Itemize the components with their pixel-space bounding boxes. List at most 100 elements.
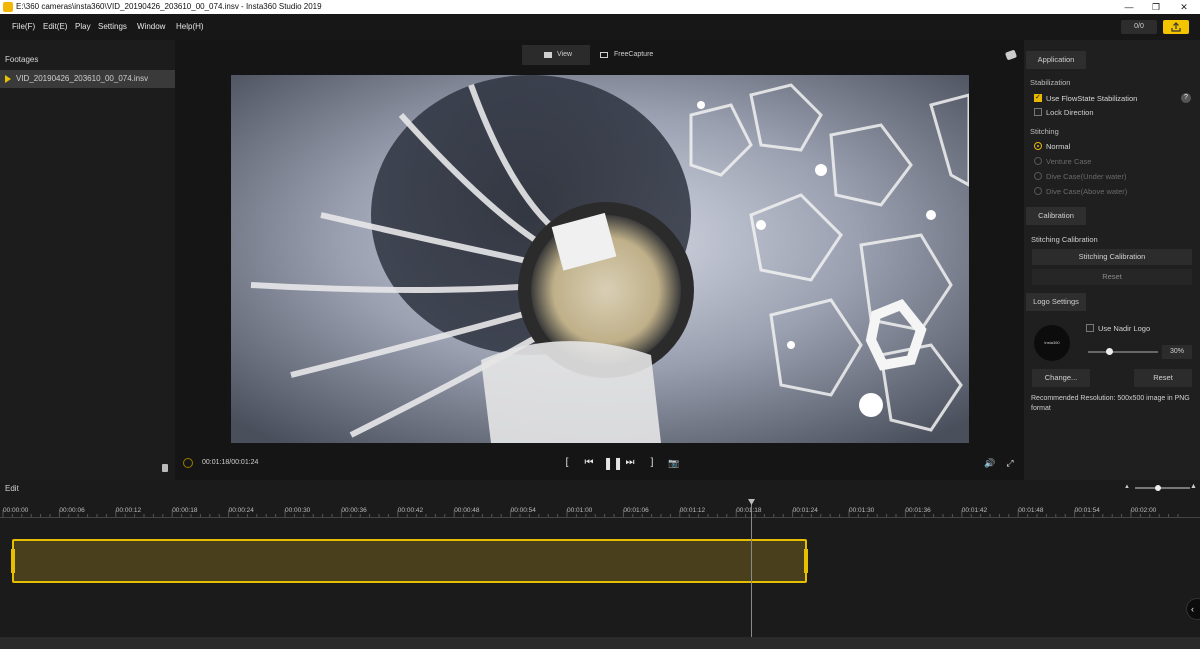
timeline-tick-label: 00:01:06	[623, 507, 649, 514]
pause-icon[interactable]: ❚❚	[603, 457, 623, 469]
close-button[interactable]: ✕	[1173, 0, 1195, 14]
clip-trim-right-handle[interactable]	[804, 549, 808, 573]
bottom-bar	[0, 637, 1200, 649]
camera-snapshot-icon[interactable]: 📷	[668, 457, 680, 469]
stitching-venture-radio[interactable]	[1034, 157, 1042, 165]
timeline-tick-label: 00:01:18	[736, 507, 762, 514]
timeline-tick-label: 00:00:48	[454, 507, 480, 514]
stitching-calibration-label: Stitching Calibration	[1031, 235, 1098, 244]
nadir-logo-checkbox[interactable]	[1086, 324, 1094, 332]
tab-logo-settings[interactable]: Logo Settings	[1026, 293, 1086, 311]
menu-bar: File(F) Edit(E) Play Settings Window Hel…	[0, 14, 1200, 40]
fullscreen-icon[interactable]: ⤢	[1004, 457, 1016, 469]
logo-preview-text: Insta360	[1044, 340, 1060, 345]
nadir-logo-label: Use Nadir Logo	[1098, 324, 1151, 333]
timeline-tick-label: 00:00:24	[228, 507, 254, 514]
view-icon	[544, 52, 552, 58]
playhead[interactable]	[751, 499, 752, 637]
footage-panel-title: Footages	[5, 55, 39, 64]
stitching-dive-above-radio[interactable]	[1034, 187, 1042, 195]
tab-view[interactable]: View	[522, 45, 590, 65]
edit-label: Edit	[5, 484, 19, 493]
recommended-resolution-text: Recommended Resolution: 500x500 image in…	[1031, 395, 1190, 412]
timeline-tick-label: 00:00:12	[115, 507, 142, 514]
stitching-label: Stitching	[1030, 127, 1059, 136]
clip-trim-left-handle[interactable]	[11, 549, 15, 573]
timeline-tick-label: 00:01:12	[679, 507, 706, 514]
change-logo-button[interactable]: Change...	[1032, 369, 1090, 387]
app-icon	[3, 2, 13, 12]
timeline-tick-label: 00:01:00	[567, 507, 593, 514]
stitching-normal-radio[interactable]	[1034, 142, 1042, 150]
logo-size-slider[interactable]	[1088, 351, 1158, 353]
timeline-tick-label: 00:02:00	[1131, 507, 1157, 514]
logo-size-slider-knob[interactable]	[1106, 348, 1113, 355]
minimize-button[interactable]: —	[1118, 0, 1140, 14]
window-title: E:\360 cameras\insta360\VID_20190426_203…	[16, 2, 322, 11]
volume-icon[interactable]: 🔊	[984, 457, 996, 469]
footage-item[interactable]: VID_20190426_203610_00_074.insv	[0, 70, 175, 88]
menu-window[interactable]: Window	[137, 22, 165, 31]
timeline-tick-label: 00:01:48	[1018, 507, 1044, 514]
timeline-tick-label: 00:00:00	[3, 507, 29, 514]
ruler-baseline	[0, 517, 1200, 518]
tab-freecapture-label: FreeCapture	[614, 51, 654, 58]
timeline-tick-label: 00:01:36	[905, 507, 931, 514]
trash-icon[interactable]	[162, 464, 168, 472]
export-icon	[1171, 22, 1181, 32]
freecapture-icon	[600, 52, 608, 58]
stitching-dive-under-label: Dive Case(Under water)	[1046, 172, 1127, 181]
tab-view-label: View	[557, 51, 573, 58]
step-back-icon[interactable]: ⏮	[583, 457, 595, 469]
logo-preview: Insta360	[1034, 325, 1070, 361]
tab-freecapture[interactable]: FreeCapture	[592, 45, 670, 65]
mark-out-icon[interactable]: ]	[648, 457, 656, 469]
lock-direction-checkbox[interactable]	[1034, 108, 1042, 116]
zoom-in-icon[interactable]: ▲	[1190, 483, 1198, 491]
menu-settings[interactable]: Settings	[98, 22, 127, 31]
footage-panel	[0, 40, 175, 480]
stitching-dive-under-radio[interactable]	[1034, 172, 1042, 180]
timeline-tick-label: 00:01:42	[961, 507, 988, 514]
timeline-tick-label: 00:00:06	[59, 507, 85, 514]
timeline-tick-label: 00:01:30	[849, 507, 875, 514]
stitching-calibration-button[interactable]: Stitching Calibration	[1032, 249, 1192, 265]
tiny-planet-image	[231, 75, 969, 443]
timeline-tick-label: 00:01:54	[1074, 507, 1100, 514]
flowstate-checkbox[interactable]	[1034, 93, 1042, 102]
timeline-tick-label: 00:01:24	[792, 507, 818, 514]
flowstate-label: Use FlowState Stabilization	[1046, 94, 1138, 103]
stitching-normal-label: Normal	[1046, 142, 1071, 151]
zoom-out-icon[interactable]: ▲	[1124, 484, 1132, 490]
timeline-tick-label: 00:00:36	[341, 507, 367, 514]
menu-file[interactable]: File(F)	[12, 22, 35, 31]
menu-play[interactable]: Play	[75, 22, 91, 31]
maximize-button[interactable]: ❐	[1145, 0, 1167, 14]
title-bar: E:\360 cameras\insta360\VID_20190426_203…	[0, 0, 1200, 14]
timeline-tick-label: 00:00:54	[510, 507, 536, 514]
timeline-tick-label: 00:00:30	[285, 507, 311, 514]
help-icon[interactable]: ?	[1181, 93, 1191, 103]
export-button[interactable]	[1163, 20, 1189, 34]
logo-size-input[interactable]: 30%	[1162, 345, 1192, 359]
logo-reset-button[interactable]: Reset	[1134, 369, 1192, 387]
crosshair-icon[interactable]	[183, 458, 193, 468]
mark-in-icon[interactable]: [	[563, 457, 571, 469]
tab-application[interactable]: Application	[1026, 51, 1086, 69]
tab-calibration[interactable]: Calibration	[1026, 207, 1086, 225]
video-preview[interactable]	[231, 75, 969, 443]
lock-direction-label: Lock Direction	[1046, 108, 1094, 117]
queue-counter: 0/0	[1121, 20, 1157, 34]
menu-help[interactable]: Help(H)	[176, 22, 204, 31]
menu-edit[interactable]: Edit(E)	[43, 22, 67, 31]
footage-item-name: VID_20190426_203610_00_074.insv	[16, 74, 149, 83]
step-forward-icon[interactable]: ⏭	[624, 457, 636, 469]
stitching-venture-label: Venture Case	[1046, 157, 1092, 166]
stabilization-label: Stabilization	[1030, 78, 1071, 87]
calibration-reset-button[interactable]: Reset	[1032, 269, 1192, 285]
stitching-dive-above-label: Dive Case(Above water)	[1046, 187, 1128, 196]
timeline-zoom-knob[interactable]	[1155, 485, 1161, 491]
timeline-zoom-slider[interactable]	[1135, 487, 1190, 489]
play-icon	[5, 75, 11, 83]
video-clip[interactable]	[11, 539, 808, 583]
